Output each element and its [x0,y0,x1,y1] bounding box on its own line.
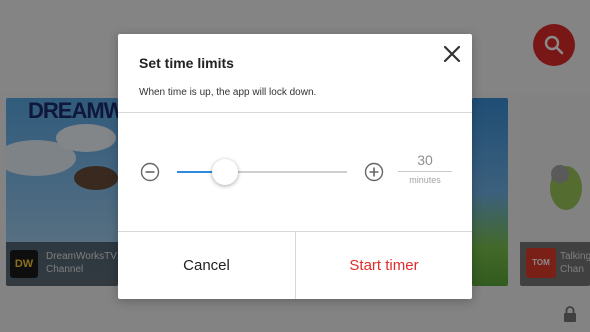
minutes-value[interactable]: 30 [398,152,452,172]
dialog-title: Set time limits [139,55,234,71]
dialog-subtitle: When time is up, the app will lock down. [139,87,317,98]
time-slider-thumb[interactable] [211,159,238,185]
divider [118,112,472,113]
close-icon [443,45,461,63]
minutes-field[interactable]: 30 minutes [398,152,452,185]
cancel-button[interactable]: Cancel [118,232,295,299]
time-limit-dialog: Set time limits When time is up, the app… [118,34,472,299]
time-slider-track[interactable] [177,159,347,185]
minus-circle-icon[interactable] [140,162,160,182]
start-timer-button[interactable]: Start timer [296,232,472,299]
plus-circle-icon[interactable] [364,162,384,182]
close-button[interactable] [438,40,466,68]
minutes-unit-label: minutes [409,175,441,185]
